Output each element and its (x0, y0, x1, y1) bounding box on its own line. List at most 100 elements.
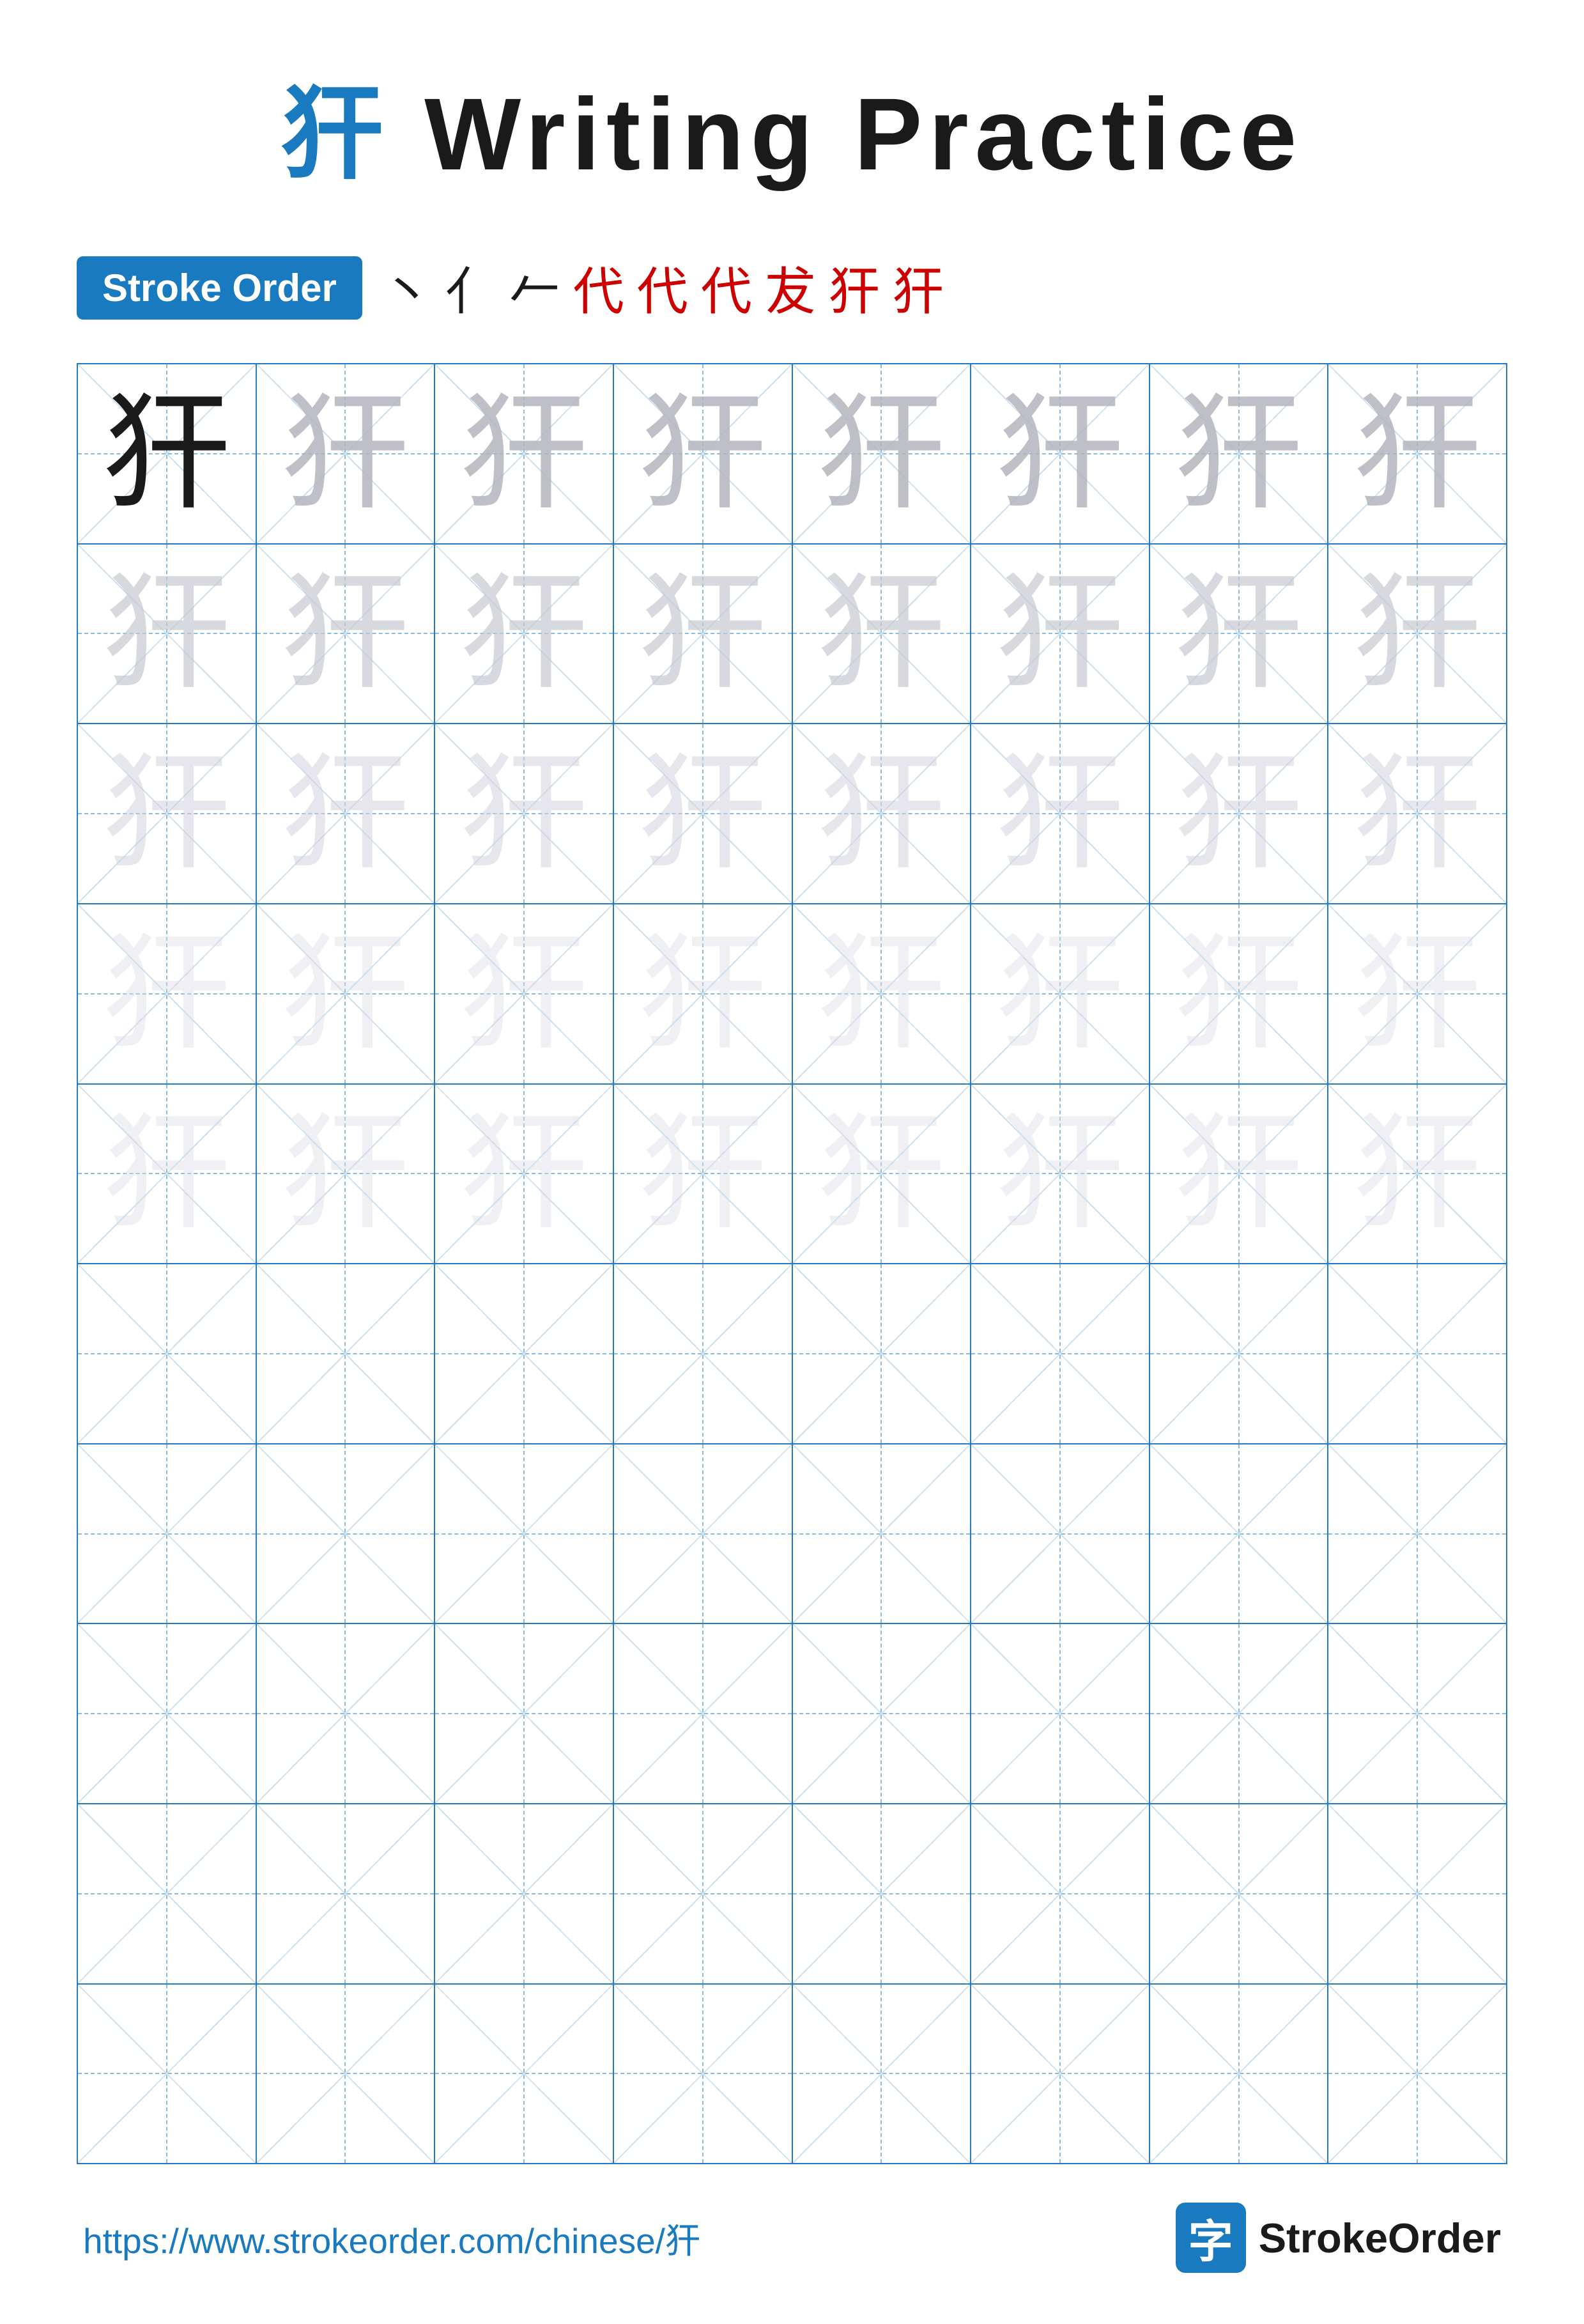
grid-cell-7-7[interactable] (1150, 1445, 1329, 1623)
grid-cell-5-1[interactable]: 犴 (78, 1085, 257, 1264)
char-faded: 犴 (281, 930, 409, 1058)
grid-cell-7-6[interactable] (971, 1445, 1150, 1623)
grid-cell-2-5[interactable]: 犴 (793, 545, 972, 724)
grid-cell-4-4[interactable]: 犴 (614, 904, 793, 1083)
grid-cell-8-1[interactable] (78, 1624, 257, 1803)
grid-cell-1-4[interactable]: 犴 (614, 364, 793, 543)
grid-cell-5-3[interactable]: 犴 (435, 1085, 614, 1264)
grid-cell-3-8[interactable]: 犴 (1328, 724, 1506, 903)
grid-cell-7-5[interactable] (793, 1445, 972, 1623)
grid-cell-4-3[interactable]: 犴 (435, 904, 614, 1083)
grid-cell-4-8[interactable]: 犴 (1328, 904, 1506, 1083)
grid-cell-3-6[interactable]: 犴 (971, 724, 1150, 903)
grid-cell-9-5[interactable] (793, 1804, 972, 1983)
grid-cell-2-3[interactable]: 犴 (435, 545, 614, 724)
grid-cell-6-5[interactable] (793, 1264, 972, 1443)
char-faded: 犴 (817, 750, 945, 878)
grid-cell-2-4[interactable]: 犴 (614, 545, 793, 724)
grid-cell-8-7[interactable] (1150, 1624, 1329, 1803)
grid-cell-6-6[interactable] (971, 1264, 1150, 1443)
grid-cell-1-3[interactable]: 犴 (435, 364, 614, 543)
grid-cell-6-3[interactable] (435, 1264, 614, 1443)
grid-cell-10-4[interactable] (614, 1985, 793, 2164)
char-faded: 犴 (1353, 930, 1481, 1058)
grid-cell-3-3[interactable]: 犴 (435, 724, 614, 903)
grid-cell-7-3[interactable] (435, 1445, 614, 1623)
grid-cell-10-7[interactable] (1150, 1985, 1329, 2164)
grid-cell-10-2[interactable] (257, 1985, 436, 2164)
grid-cell-9-4[interactable] (614, 1804, 793, 1983)
grid-cell-2-1[interactable]: 犴 (78, 545, 257, 724)
grid-cell-6-7[interactable] (1150, 1264, 1329, 1443)
grid-cell-8-5[interactable] (793, 1624, 972, 1803)
grid-row-10 (78, 1985, 1506, 2164)
char-faded: 犴 (103, 1110, 231, 1237)
grid-cell-4-7[interactable]: 犴 (1150, 904, 1329, 1083)
grid-cell-3-5[interactable]: 犴 (793, 724, 972, 903)
grid-cell-9-7[interactable] (1150, 1804, 1329, 1983)
char-faded: 犴 (1175, 930, 1303, 1058)
grid-cell-10-1[interactable] (78, 1985, 257, 2164)
grid-cell-2-8[interactable]: 犴 (1328, 545, 1506, 724)
grid-cell-5-5[interactable]: 犴 (793, 1085, 972, 1264)
grid-cell-10-8[interactable] (1328, 1985, 1506, 2164)
grid-cell-1-7[interactable]: 犴 (1150, 364, 1329, 543)
char-faded: 犴 (281, 750, 409, 878)
grid-cell-1-1[interactable]: 犴 (78, 364, 257, 543)
grid-cell-4-5[interactable]: 犴 (793, 904, 972, 1083)
grid-cell-7-2[interactable] (257, 1445, 436, 1623)
grid-cell-5-2[interactable]: 犴 (257, 1085, 436, 1264)
grid-cell-2-7[interactable]: 犴 (1150, 545, 1329, 724)
stroke-2: 亻 (445, 251, 496, 325)
grid-cell-1-6[interactable]: 犴 (971, 364, 1150, 543)
grid-cell-2-6[interactable]: 犴 (971, 545, 1150, 724)
char-faded: 犴 (1353, 1110, 1481, 1237)
stroke-3: 𠂉 (509, 251, 560, 325)
grid-cell-8-2[interactable] (257, 1624, 436, 1803)
grid-cell-5-4[interactable]: 犴 (614, 1085, 793, 1264)
grid-cell-7-4[interactable] (614, 1445, 793, 1623)
grid-cell-1-2[interactable]: 犴 (257, 364, 436, 543)
grid-row-3: 犴 犴 犴 犴 犴 犴 犴 (78, 724, 1506, 904)
grid-cell-6-1[interactable] (78, 1264, 257, 1443)
grid-cell-3-4[interactable]: 犴 (614, 724, 793, 903)
grid-cell-7-1[interactable] (78, 1445, 257, 1623)
char-faded: 犴 (1175, 750, 1303, 878)
grid-cell-5-6[interactable]: 犴 (971, 1085, 1150, 1264)
stroke-order-row: Stroke Order 丶 亻 𠂉 代 代 代 犮 犴 犴 (77, 251, 1507, 325)
grid-cell-2-2[interactable]: 犴 (257, 545, 436, 724)
grid-cell-10-6[interactable] (971, 1985, 1150, 2164)
grid-cell-7-8[interactable] (1328, 1445, 1506, 1623)
footer-url: https://www.strokeorder.com/chinese/犴 (83, 2212, 700, 2263)
grid-cell-4-6[interactable]: 犴 (971, 904, 1150, 1083)
char-faded: 犴 (281, 390, 409, 518)
grid-cell-6-8[interactable] (1328, 1264, 1506, 1443)
grid-cell-1-8[interactable]: 犴 (1328, 364, 1506, 543)
grid-cell-9-8[interactable] (1328, 1804, 1506, 1983)
grid-cell-4-2[interactable]: 犴 (257, 904, 436, 1083)
grid-cell-9-1[interactable] (78, 1804, 257, 1983)
grid-cell-10-3[interactable] (435, 1985, 614, 2164)
grid-cell-8-6[interactable] (971, 1624, 1150, 1803)
grid-cell-8-4[interactable] (614, 1624, 793, 1803)
grid-cell-3-7[interactable]: 犴 (1150, 724, 1329, 903)
practice-grid: 犴 犴 犴 犴 犴 犴 犴 (77, 363, 1507, 2164)
char-faded: 犴 (639, 1110, 767, 1237)
grid-cell-9-3[interactable] (435, 1804, 614, 1983)
grid-cell-4-1[interactable]: 犴 (78, 904, 257, 1083)
grid-cell-9-2[interactable] (257, 1804, 436, 1983)
grid-cell-6-4[interactable] (614, 1264, 793, 1443)
grid-cell-3-2[interactable]: 犴 (257, 724, 436, 903)
grid-cell-9-6[interactable] (971, 1804, 1150, 1983)
grid-cell-10-5[interactable] (793, 1985, 972, 2164)
grid-cell-6-2[interactable] (257, 1264, 436, 1443)
grid-cell-3-1[interactable]: 犴 (78, 724, 257, 903)
grid-cell-1-5[interactable]: 犴 (793, 364, 972, 543)
grid-cell-8-8[interactable] (1328, 1624, 1506, 1803)
grid-row-9 (78, 1804, 1506, 1985)
page: 犴 Writing Practice Stroke Order 丶 亻 𠂉 代 … (0, 0, 1584, 2324)
grid-cell-8-3[interactable] (435, 1624, 614, 1803)
char-faded: 犴 (1175, 1110, 1303, 1237)
grid-cell-5-8[interactable]: 犴 (1328, 1085, 1506, 1264)
grid-cell-5-7[interactable]: 犴 (1150, 1085, 1329, 1264)
